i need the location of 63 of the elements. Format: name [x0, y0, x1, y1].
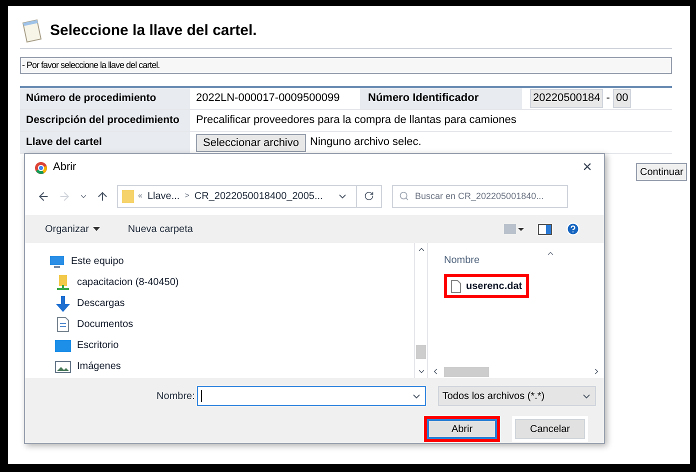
browser-icon	[35, 162, 47, 174]
back-icon[interactable]	[37, 190, 50, 202]
folder-icon	[122, 190, 134, 202]
organize-menu[interactable]: Organizar	[45, 222, 100, 236]
filename-label: Nombre:	[156, 390, 195, 404]
field-label: Descripción del procedimiento	[20, 110, 190, 131]
nav-item[interactable]: Este equipo	[25, 251, 414, 272]
desktop-icon	[55, 340, 71, 352]
pictures-icon	[55, 360, 71, 372]
open-button[interactable]: Abrir	[424, 416, 500, 442]
nav-item[interactable]: Descargas	[25, 293, 414, 314]
scroll-thumb[interactable]	[444, 366, 489, 376]
message-bar: - Por favor seleccione la llave del cartel.	[20, 57, 672, 74]
nav-item[interactable]: capacitacion (8-40450)	[25, 272, 414, 293]
field-label: Número de procedimiento	[20, 88, 190, 109]
page-title: Seleccione la llave del cartel.	[50, 20, 257, 41]
sort-icon	[546, 249, 555, 258]
scroll-thumb[interactable]	[416, 345, 426, 359]
help-icon[interactable]	[566, 222, 580, 236]
search-field[interactable]: Buscar en CR_202205001840...	[392, 184, 568, 208]
file-type-dropdown[interactable]: Todos los archivos (*.*)	[438, 386, 596, 406]
continue-button[interactable]: Continuar	[636, 163, 688, 181]
nav-item[interactable]: Documentos	[25, 314, 414, 335]
file-item[interactable]: userenc.dat	[444, 274, 530, 298]
path-separator: «	[138, 190, 142, 202]
field-value: 2022LN-000017-0009500099	[195, 91, 341, 106]
field-value: Precalificar proveedores para la compra de llantas para camiones	[195, 113, 518, 128]
scroll-down-icon[interactable]	[416, 367, 426, 376]
id-field: 20220500184	[530, 89, 604, 108]
path-segment[interactable]: CR_2022050018400_2005...	[194, 188, 323, 204]
scroll-up-icon[interactable]	[416, 245, 426, 254]
dialog-title: Abrir	[53, 160, 76, 176]
computer-icon	[49, 254, 65, 268]
search-icon	[399, 190, 409, 200]
select-file-button[interactable]: Seleccionar archivo	[196, 134, 306, 152]
field-label: Número Identificador	[360, 88, 522, 109]
file-icon	[451, 280, 461, 292]
up-icon[interactable]	[96, 190, 109, 202]
refresh-icon[interactable]	[364, 191, 374, 201]
filename-field[interactable]	[196, 386, 426, 406]
network-folder-icon	[57, 274, 69, 290]
cancel-button[interactable]: Cancelar	[512, 416, 588, 442]
field-label: Llave del cartel	[20, 132, 190, 153]
path-separator: >	[184, 190, 190, 202]
new-folder-button[interactable]: Nueva carpeta	[128, 222, 193, 236]
vertical-scrollbar[interactable]	[414, 243, 428, 378]
nav-item[interactable]: Escritorio	[25, 335, 414, 356]
nav-item[interactable]: Imágenes	[25, 356, 414, 377]
path-segment[interactable]: Llave...	[147, 188, 180, 204]
column-header[interactable]: Nombre	[444, 255, 480, 266]
caret-icon	[92, 227, 100, 231]
preview-pane-icon[interactable]	[538, 224, 552, 234]
scroll-left-icon[interactable]	[431, 367, 440, 376]
download-icon	[56, 296, 70, 312]
separator-text: -	[606, 91, 610, 106]
close-button[interactable]: ×	[580, 160, 594, 176]
scroll-right-icon[interactable]	[592, 367, 601, 376]
document-icon	[57, 317, 69, 332]
file-status: Ninguno archivo selec.	[310, 135, 422, 150]
address-bar[interactable]: « Llave... > CR_2022050018400_2005...	[117, 184, 382, 208]
notepad-icon	[20, 19, 42, 43]
id-field: 00	[612, 89, 632, 108]
view-options-icon[interactable]	[504, 224, 524, 234]
